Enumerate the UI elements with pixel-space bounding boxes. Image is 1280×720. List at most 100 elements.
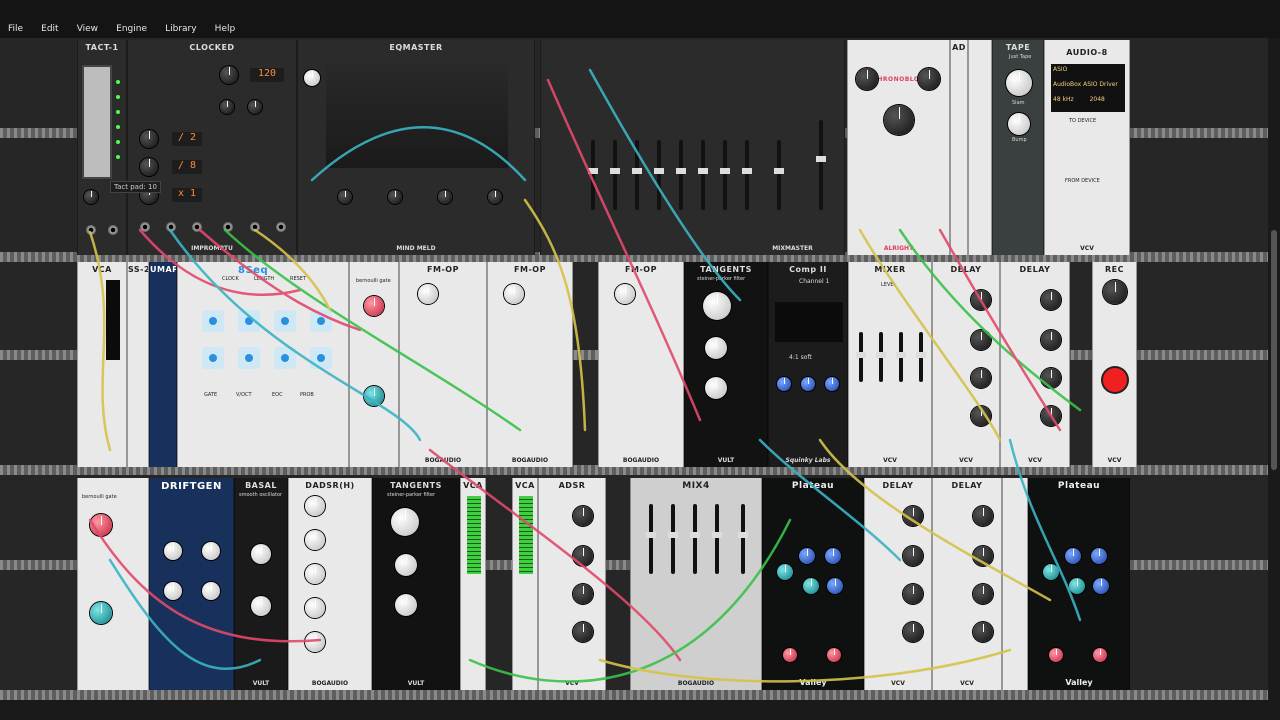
rate-knob[interactable] <box>202 542 220 560</box>
step-pad[interactable] <box>238 347 260 369</box>
decay-knob[interactable] <box>305 564 325 584</box>
mod-depth-knob[interactable] <box>1093 648 1107 662</box>
thresh-knob[interactable] <box>777 377 791 391</box>
menu-file[interactable]: File <box>3 24 28 34</box>
diffuse-knob[interactable] <box>803 578 819 594</box>
release-knob[interactable] <box>305 632 325 652</box>
fader[interactable] <box>654 140 664 210</box>
mix-knob[interactable] <box>903 622 923 642</box>
low-knob[interactable] <box>1065 548 1081 564</box>
resonance-knob[interactable] <box>705 337 727 359</box>
module-clocked[interactable]: CLOCKED 120 / 2 / 8 x 1 IMPROMPTU <box>127 40 297 255</box>
module-8seq[interactable]: 8Seq CLOCK LENGTH RESET GATE V/OCT EOC P… <box>177 262 349 467</box>
cv-jack[interactable] <box>86 225 96 235</box>
module-vca-2[interactable]: VCA <box>460 478 486 690</box>
fader[interactable] <box>668 504 678 574</box>
module-mix4[interactable]: MIX4 BOGAUDIO <box>630 478 762 690</box>
drive-knob[interactable] <box>395 594 417 616</box>
feedback-knob[interactable] <box>1041 330 1061 350</box>
tune-knob[interactable] <box>251 544 271 564</box>
knob[interactable] <box>856 68 878 90</box>
menu-help[interactable]: Help <box>210 24 241 34</box>
module-fm-op-2[interactable]: FM-OP BOGAUDIO <box>487 262 573 467</box>
module-plateau-2[interactable]: Plateau Valley <box>1028 478 1130 690</box>
exp-jack[interactable] <box>108 225 118 235</box>
module-tact[interactable]: TACT-1 <box>77 40 127 255</box>
color-knob[interactable] <box>1041 368 1061 388</box>
attack-knob[interactable] <box>573 506 593 526</box>
decay-knob[interactable] <box>573 546 593 566</box>
ratio-knob[interactable] <box>140 130 158 148</box>
time-knob[interactable] <box>973 506 993 526</box>
module-plateau-1[interactable]: Plateau Valley <box>762 478 864 690</box>
diffuse-knob[interactable] <box>1069 578 1085 594</box>
module-rec[interactable]: REC VCV <box>1092 262 1137 467</box>
step-pad[interactable] <box>238 310 260 332</box>
rate-knob[interactable] <box>164 542 182 560</box>
mix-knob[interactable] <box>971 406 991 426</box>
release-knob[interactable] <box>825 377 839 391</box>
cutoff-knob[interactable] <box>703 292 731 320</box>
low-knob[interactable] <box>799 548 815 564</box>
block-size[interactable]: 2048 <box>1090 96 1105 103</box>
color-knob[interactable] <box>971 368 991 388</box>
resonance-knob[interactable] <box>395 554 417 576</box>
ratio-knob[interactable] <box>418 284 438 304</box>
slam-knob[interactable] <box>1006 70 1032 96</box>
freq-knob[interactable] <box>488 190 502 204</box>
mix-knob[interactable] <box>1041 406 1061 426</box>
run-jack[interactable] <box>166 222 176 232</box>
mod-depth-knob[interactable] <box>827 648 841 662</box>
step-pad[interactable] <box>274 347 296 369</box>
time-knob[interactable] <box>903 506 923 526</box>
mod-rate-knob[interactable] <box>783 648 797 662</box>
depth-knob[interactable] <box>164 582 182 600</box>
module-ss2[interactable]: SS-2 <box>127 262 149 467</box>
clk3-jack[interactable] <box>276 222 286 232</box>
module-vca-3[interactable]: VCA <box>512 478 538 690</box>
menu-engine[interactable]: Engine <box>111 24 152 34</box>
reset-jack[interactable] <box>140 222 150 232</box>
module-basal[interactable]: BASAL smooth oscillator VULT <box>234 478 288 690</box>
module-bernoulli-gate[interactable]: bernoulli gate <box>349 262 399 467</box>
attack-knob[interactable] <box>305 530 325 550</box>
prob-knob[interactable] <box>90 514 112 536</box>
freq-knob[interactable] <box>338 190 352 204</box>
prob-knob[interactable] <box>90 602 112 624</box>
fader[interactable] <box>676 140 686 210</box>
module-adsr[interactable]: ADSR VCV <box>538 478 606 690</box>
release-knob[interactable] <box>573 622 593 642</box>
module-eqmaster[interactable]: EQMASTER MIND MELD <box>297 40 535 255</box>
step-pad[interactable] <box>274 310 296 332</box>
sample-rate[interactable]: 48 kHz <box>1053 96 1074 103</box>
time-knob[interactable] <box>1041 290 1061 310</box>
clk1-jack[interactable] <box>223 222 233 232</box>
bump-knob[interactable] <box>1008 113 1030 135</box>
step-pad[interactable] <box>310 347 332 369</box>
step-pad[interactable] <box>202 310 224 332</box>
module-delay-3[interactable]: DELAY VCV <box>864 478 932 690</box>
module-tangents[interactable]: TANGENTS steiner-parker filter VULT <box>684 262 768 467</box>
time-knob[interactable] <box>971 290 991 310</box>
driver-label[interactable]: ASIO <box>1053 66 1123 73</box>
swing-knob[interactable] <box>220 100 234 114</box>
fader[interactable] <box>738 504 748 574</box>
module-delay-1[interactable]: DELAY VCV <box>932 262 1000 467</box>
fader[interactable] <box>646 504 656 574</box>
master-fader[interactable] <box>816 120 826 210</box>
module-vca[interactable]: VCA <box>77 262 127 467</box>
tact-pad[interactable] <box>82 65 112 179</box>
high-knob[interactable] <box>1091 548 1107 564</box>
module-delay-2[interactable]: DELAY VCV <box>1000 262 1070 467</box>
fader[interactable] <box>896 332 906 382</box>
feedback-knob[interactable] <box>973 546 993 566</box>
rate-knob[interactable] <box>84 190 98 204</box>
knob[interactable] <box>918 68 940 90</box>
clk2-jack[interactable] <box>250 222 260 232</box>
cutoff-knob[interactable] <box>391 508 419 536</box>
module-umap[interactable]: UMAP <box>149 262 177 467</box>
track-knob[interactable] <box>304 70 320 86</box>
module-tape[interactable]: TAPE Just Tape Slam Bump <box>992 40 1044 255</box>
module-dadsrh[interactable]: DADSR(H) BOGAUDIO <box>288 478 372 690</box>
module-lfo-2[interactable] <box>1002 478 1028 690</box>
